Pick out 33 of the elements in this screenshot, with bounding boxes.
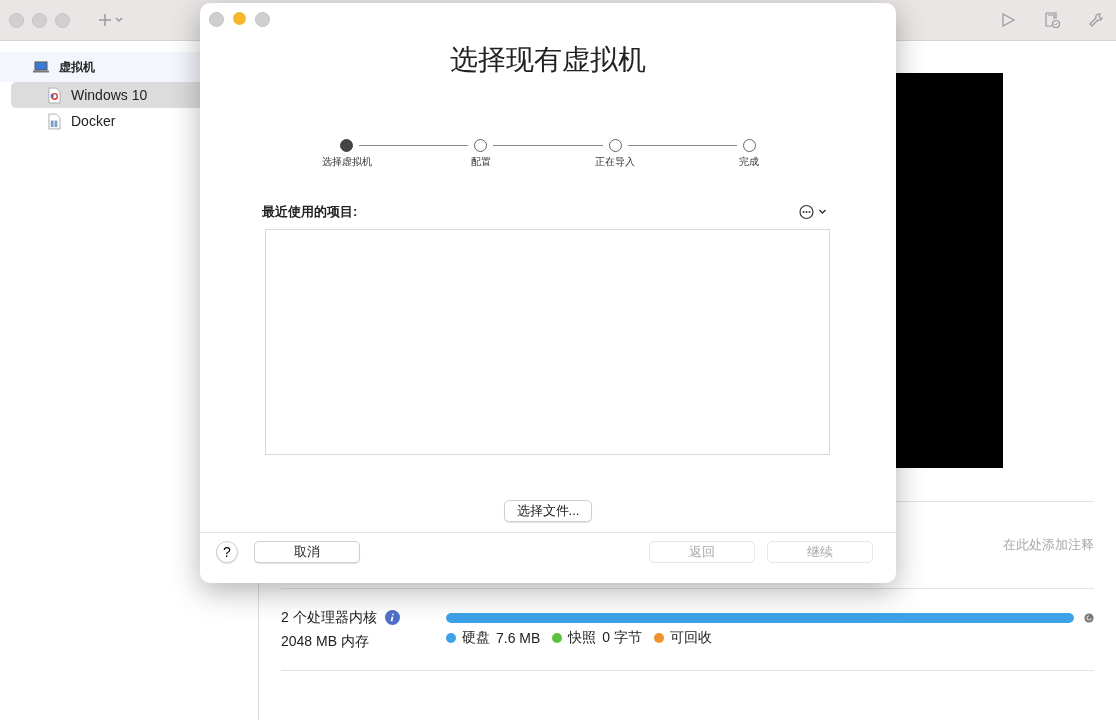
laptop-icon bbox=[33, 61, 49, 73]
document-icon bbox=[48, 112, 61, 130]
zoom-button[interactable] bbox=[255, 12, 270, 27]
play-icon[interactable] bbox=[1000, 12, 1016, 28]
legend-label: 快照 bbox=[568, 628, 597, 647]
minimize-button[interactable] bbox=[233, 12, 246, 25]
choose-file-button[interactable]: 选择文件... bbox=[503, 500, 593, 522]
legend-value: 7.6 MB bbox=[496, 629, 541, 646]
legend-label: 硬盘 bbox=[462, 628, 490, 647]
step-label: 完成 bbox=[739, 155, 759, 169]
close-button[interactable] bbox=[209, 12, 224, 27]
minimize-button[interactable] bbox=[32, 12, 47, 28]
zoom-button[interactable] bbox=[55, 12, 70, 28]
memory-text: 2048 MB 内存 bbox=[281, 632, 370, 651]
add-icon[interactable] bbox=[98, 13, 126, 27]
snapshot-icon[interactable] bbox=[1044, 12, 1060, 28]
close-button[interactable] bbox=[9, 12, 24, 28]
sidebar-item[interactable]: Docker bbox=[11, 108, 258, 134]
info-icon[interactable] bbox=[384, 610, 400, 625]
legend-label: 可回收 bbox=[670, 628, 713, 647]
recent-items-label: 最近使用的项目: bbox=[262, 203, 358, 221]
step-label: 配置 bbox=[471, 155, 491, 169]
cancel-button[interactable]: 取消 bbox=[254, 541, 360, 563]
legend-value: 0 字节 bbox=[602, 628, 643, 647]
wrench-icon[interactable] bbox=[1088, 12, 1104, 28]
dialog-title: 选择现有虚拟机 bbox=[449, 43, 647, 77]
document-icon bbox=[48, 86, 61, 104]
refresh-icon[interactable] bbox=[1084, 612, 1094, 623]
help-button[interactable]: ? bbox=[216, 541, 238, 563]
step-label: 正在导入 bbox=[595, 155, 635, 169]
step-label: 选择虚拟机 bbox=[322, 155, 372, 169]
sidebar-group-label: 虚拟机 bbox=[59, 58, 95, 76]
cpu-cores-text: 2 个处理器内核 bbox=[281, 608, 377, 627]
